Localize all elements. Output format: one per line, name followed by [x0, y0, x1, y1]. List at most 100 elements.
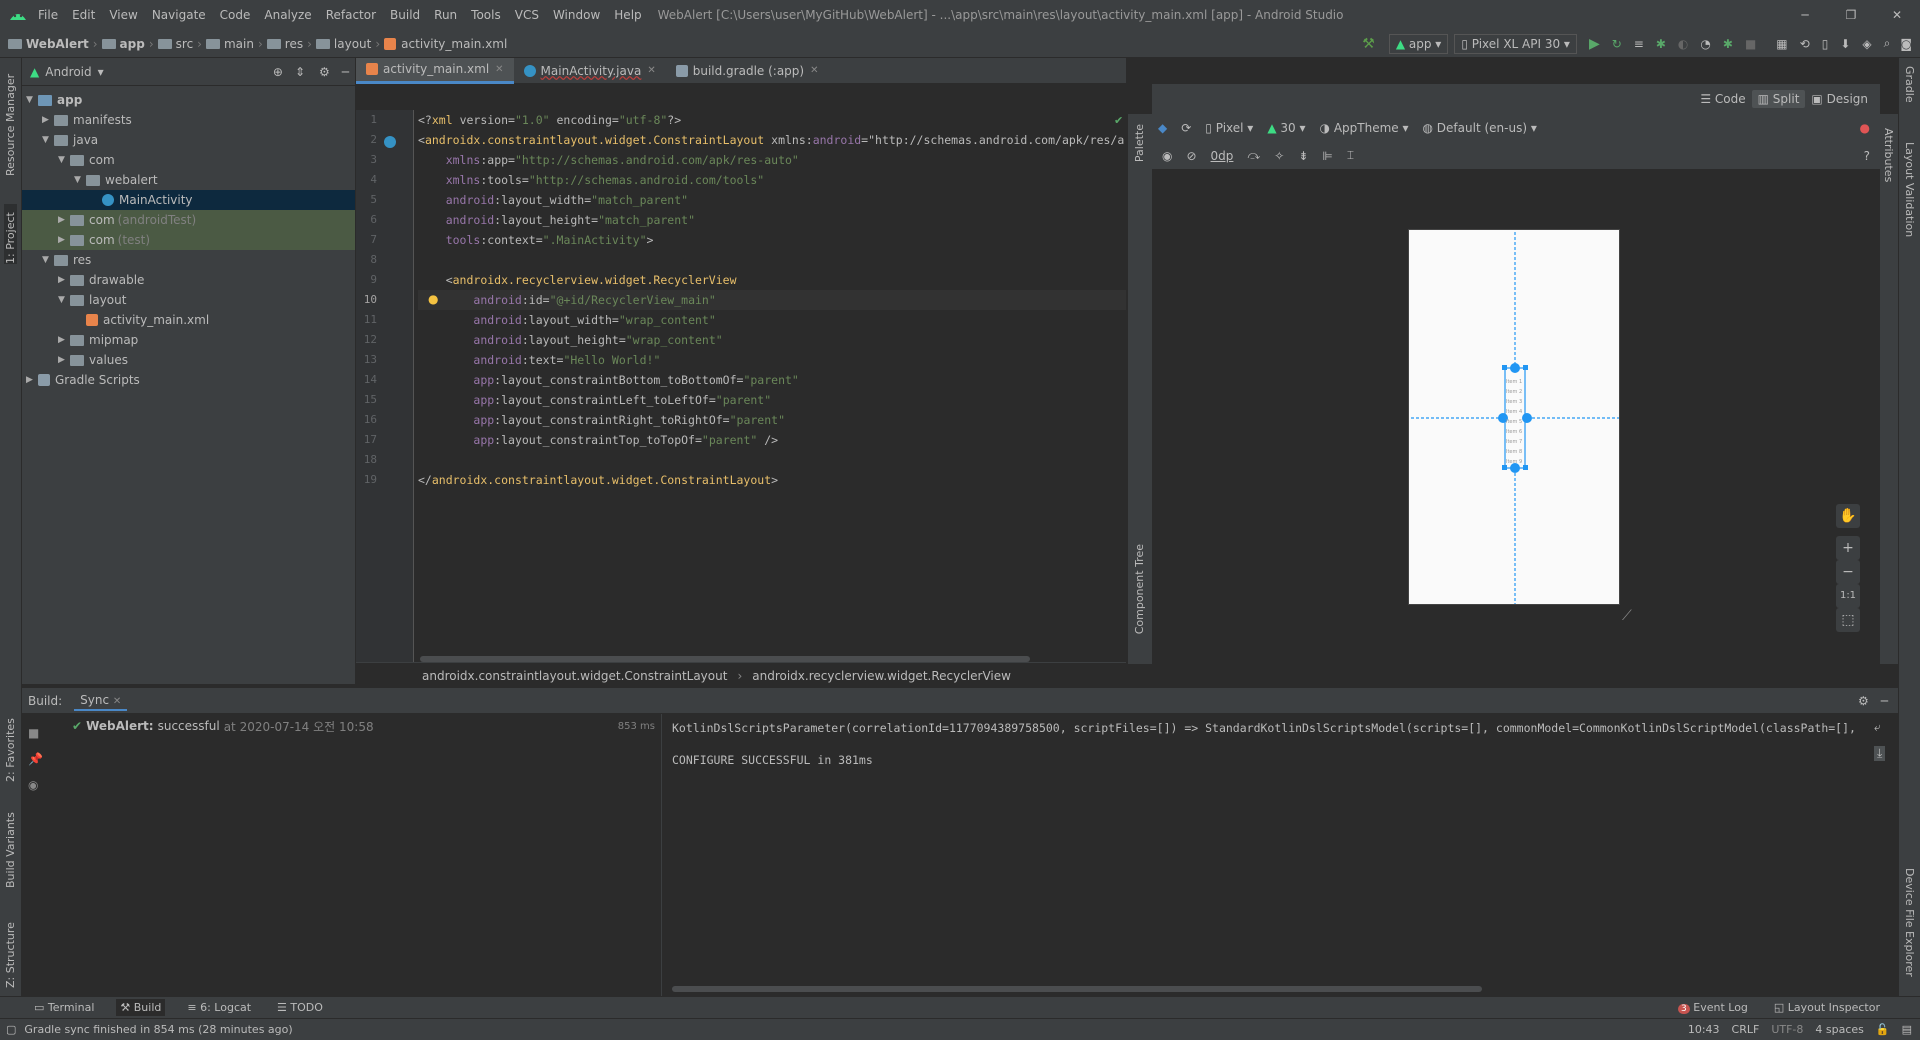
breadcrumb-item[interactable]: activity_main.xml [401, 37, 507, 51]
gear-icon[interactable]: ⚙ [319, 65, 330, 79]
event-log-tab[interactable]: 3 Event Log [1674, 999, 1752, 1016]
stop-icon[interactable]: ■ [1745, 37, 1756, 51]
debug-icon[interactable]: ✱ [1656, 37, 1666, 51]
todo-tab[interactable]: ☰ TODO [273, 999, 327, 1016]
chevron-down-icon[interactable]: ▼ [42, 255, 54, 265]
scroll-to-end-icon[interactable]: ⤓ [1874, 746, 1886, 761]
run-config-select[interactable]: ▲ app ▾ [1388, 33, 1449, 54]
device-manager-icon[interactable]: ◈ [1862, 37, 1871, 51]
code-line[interactable]: app:layout_constraintRight_toRightOf="pa… [418, 410, 1126, 430]
infer-constraints-icon[interactable]: ✧ [1274, 149, 1284, 163]
code-line[interactable]: android:id="@+id/RecyclerView_main" [418, 290, 1126, 310]
code-line[interactable] [418, 450, 1126, 470]
tree-item[interactable]: MainActivity [22, 190, 355, 210]
build-variants-tool-tab[interactable]: Build Variants [4, 798, 17, 888]
editor-tab[interactable]: activity_main.xml ✕ [356, 57, 514, 84]
restore-icon[interactable]: ❐ [1828, 8, 1874, 22]
tree-item[interactable]: ▼ app [22, 90, 355, 110]
design-mode-button[interactable]: ▣ Design [1805, 90, 1874, 108]
structure-tool-tab[interactable]: Z: Structure [4, 908, 17, 988]
class-gutter-icon[interactable] [384, 136, 396, 148]
account-icon[interactable]: ◙ [1900, 37, 1912, 51]
code-line[interactable]: xmlns:app="http://schemas.android.com/ap… [418, 150, 1126, 170]
resize-corner-icon[interactable]: ⟋ [1622, 608, 1632, 624]
chevron-right-icon[interactable]: ▶ [26, 375, 38, 385]
breadcrumb-item[interactable]: layout [334, 37, 371, 51]
tree-item[interactable]: ▶ com (test) [22, 230, 355, 250]
logcat-tab[interactable]: ≡ 6: Logcat [183, 999, 255, 1016]
chevron-down-icon[interactable]: ▼ [58, 295, 70, 305]
project-structure-icon[interactable]: ▦ [1776, 37, 1787, 51]
editor-tab[interactable]: build.gradle (:app) ✕ [666, 58, 829, 84]
sync-gradle-icon[interactable]: ⟲ [1800, 37, 1810, 51]
menu-refactor[interactable]: Refactor [326, 8, 376, 22]
breadcrumb-item[interactable]: main [224, 37, 254, 51]
inspection-ok-icon[interactable]: ✔ [1114, 114, 1123, 127]
component-tree-tab[interactable]: Component Tree [1133, 544, 1146, 634]
bulb-icon[interactable]: ● [428, 292, 438, 306]
status-icon[interactable]: ▢ [6, 1023, 16, 1036]
autoconnect-icon[interactable]: ⊘ [1186, 149, 1196, 163]
tree-item[interactable]: ▼ java [22, 130, 355, 150]
gear-icon[interactable]: ⚙ [1858, 694, 1869, 708]
chevron-right-icon[interactable]: ▶ [58, 215, 70, 225]
sdk-manager-icon[interactable]: ⬇ [1840, 37, 1850, 51]
device-file-explorer-tool-tab[interactable]: Device File Explorer [1903, 868, 1916, 977]
line-separator[interactable]: CRLF [1732, 1023, 1760, 1036]
layout-inspector-tab[interactable]: ◱ Layout Inspector [1770, 999, 1884, 1016]
align-icon[interactable]: ⊫ [1322, 149, 1332, 163]
code-content[interactable]: <?xml version="1.0" encoding="utf-8"?> <a… [418, 110, 1126, 662]
coverage-icon[interactable]: ◐ [1678, 37, 1688, 51]
device-select[interactable]: ▯ Pixel XL API 30 ▾ [1454, 33, 1577, 54]
chevron-down-icon[interactable]: ▼ [26, 95, 38, 105]
api-select[interactable]: ▲ 30 ▾ [1267, 121, 1305, 135]
code-line[interactable]: tools:context=".MainActivity"> [418, 230, 1126, 250]
tree-item[interactable]: ▶ drawable [22, 270, 355, 290]
default-margin-field[interactable]: 0dp [1211, 149, 1234, 163]
device-preview[interactable]: Item 1 Item 2 Item 3 Item 4 Item 5 Item 6 Item… [1408, 229, 1620, 605]
apply-code-changes-icon[interactable]: ≡ [1634, 37, 1644, 51]
zoom-actual-button[interactable]: 1:1 [1836, 584, 1860, 608]
menu-code[interactable]: Code [220, 8, 251, 22]
close-icon[interactable]: ✕ [1874, 8, 1920, 22]
code-line[interactable]: app:layout_constraintTop_toTopOf="parent… [418, 430, 1126, 450]
palette-tab[interactable]: Palette [1133, 124, 1146, 162]
chevron-down-icon[interactable]: ▾ [98, 65, 104, 79]
tree-item[interactable]: ▶ manifests [22, 110, 355, 130]
run-icon[interactable]: ▶ [1589, 36, 1600, 52]
breadcrumb-item[interactable]: androidx.constraintlayout.widget.Constra… [422, 669, 727, 683]
build-tab[interactable]: ⚒ Build [116, 999, 166, 1016]
menu-vcs[interactable]: VCS [515, 8, 539, 22]
close-icon[interactable]: ✕ [495, 64, 503, 75]
tree-item[interactable]: activity_main.xml [22, 310, 355, 330]
code-line[interactable]: app:layout_constraintLeft_toLeftOf="pare… [418, 390, 1126, 410]
caret-position[interactable]: 10:43 [1688, 1023, 1720, 1036]
code-line[interactable]: <androidx.constraintlayout.widget.Constr… [418, 130, 1126, 150]
project-tool-tab[interactable]: 1: Project [4, 204, 17, 264]
tree-item[interactable]: ▼ com [22, 150, 355, 170]
breadcrumb-item[interactable]: res [285, 37, 303, 51]
hammer-icon[interactable]: ⚒ [1362, 36, 1375, 52]
eye-icon[interactable]: ◉ [28, 772, 43, 798]
lock-icon[interactable]: 🔓 [1876, 1023, 1890, 1036]
tree-item[interactable]: ▶ mipmap [22, 330, 355, 350]
menu-file[interactable]: File [38, 8, 58, 22]
layout-validation-tool-tab[interactable]: Layout Validation [1903, 142, 1916, 237]
apply-changes-icon[interactable]: ↻ [1612, 37, 1622, 51]
resource-manager-tab[interactable]: Resource Manager [4, 66, 17, 176]
menu-navigate[interactable]: Navigate [152, 8, 206, 22]
soft-wrap-icon[interactable]: ⤶ [1874, 720, 1881, 735]
project-view-select[interactable]: Android [45, 65, 91, 79]
pin-icon[interactable]: 📌 [28, 746, 43, 772]
tree-item[interactable]: ▼ res [22, 250, 355, 270]
code-line[interactable]: android:layout_width="wrap_content" [418, 310, 1126, 330]
split-mode-button[interactable]: ▥ Split [1751, 90, 1806, 108]
code-line[interactable]: app:layout_constraintBottom_toBottomOf="… [418, 370, 1126, 390]
breadcrumb-item[interactable]: app [120, 37, 145, 51]
menu-tools[interactable]: Tools [471, 8, 501, 22]
menu-window[interactable]: Window [553, 8, 600, 22]
breadcrumb-item[interactable]: src [176, 37, 194, 51]
menu-edit[interactable]: Edit [72, 8, 95, 22]
menu-view[interactable]: View [109, 8, 137, 22]
orientation-icon[interactable]: ⟳ [1181, 121, 1191, 135]
